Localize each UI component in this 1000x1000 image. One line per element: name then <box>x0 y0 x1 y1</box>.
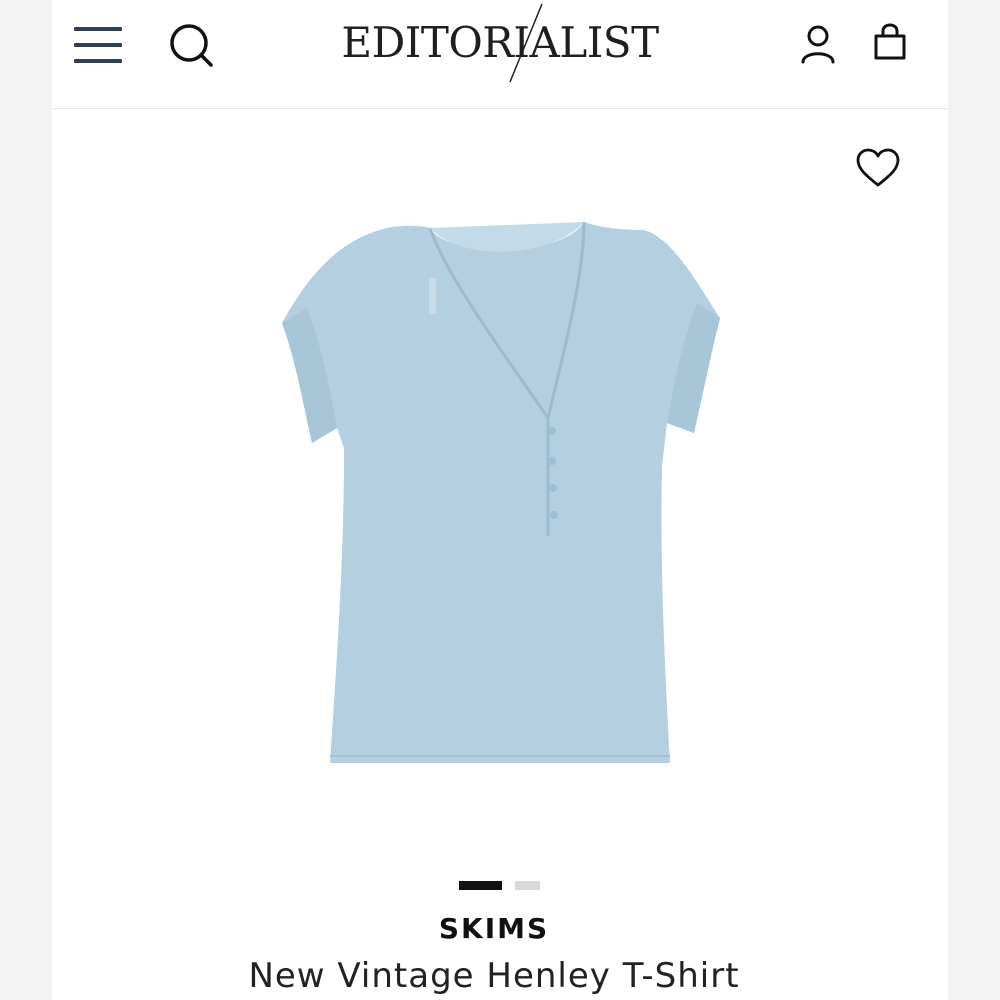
search-icon[interactable] <box>167 20 217 70</box>
product-page: EDITORIALIST SKIMS New Vintage Henley T-… <box>52 0 948 1000</box>
carousel-dot-active[interactable] <box>459 881 502 890</box>
heart-icon[interactable] <box>854 146 902 190</box>
product-name: New Vintage Henley T-Shirt <box>248 956 740 996</box>
user-icon[interactable] <box>798 22 838 66</box>
hamburger-menu-icon[interactable] <box>74 27 122 63</box>
shopping-bag-icon[interactable] <box>870 20 910 64</box>
product-brand[interactable]: SKIMS <box>52 912 936 945</box>
logo-slash-mark <box>509 3 543 83</box>
site-logo[interactable]: EDITORIALIST <box>302 0 698 100</box>
product-image[interactable] <box>262 218 732 778</box>
carousel-dot[interactable] <box>515 881 540 890</box>
image-carousel-indicator <box>459 881 549 891</box>
site-header: EDITORIALIST <box>52 0 948 109</box>
